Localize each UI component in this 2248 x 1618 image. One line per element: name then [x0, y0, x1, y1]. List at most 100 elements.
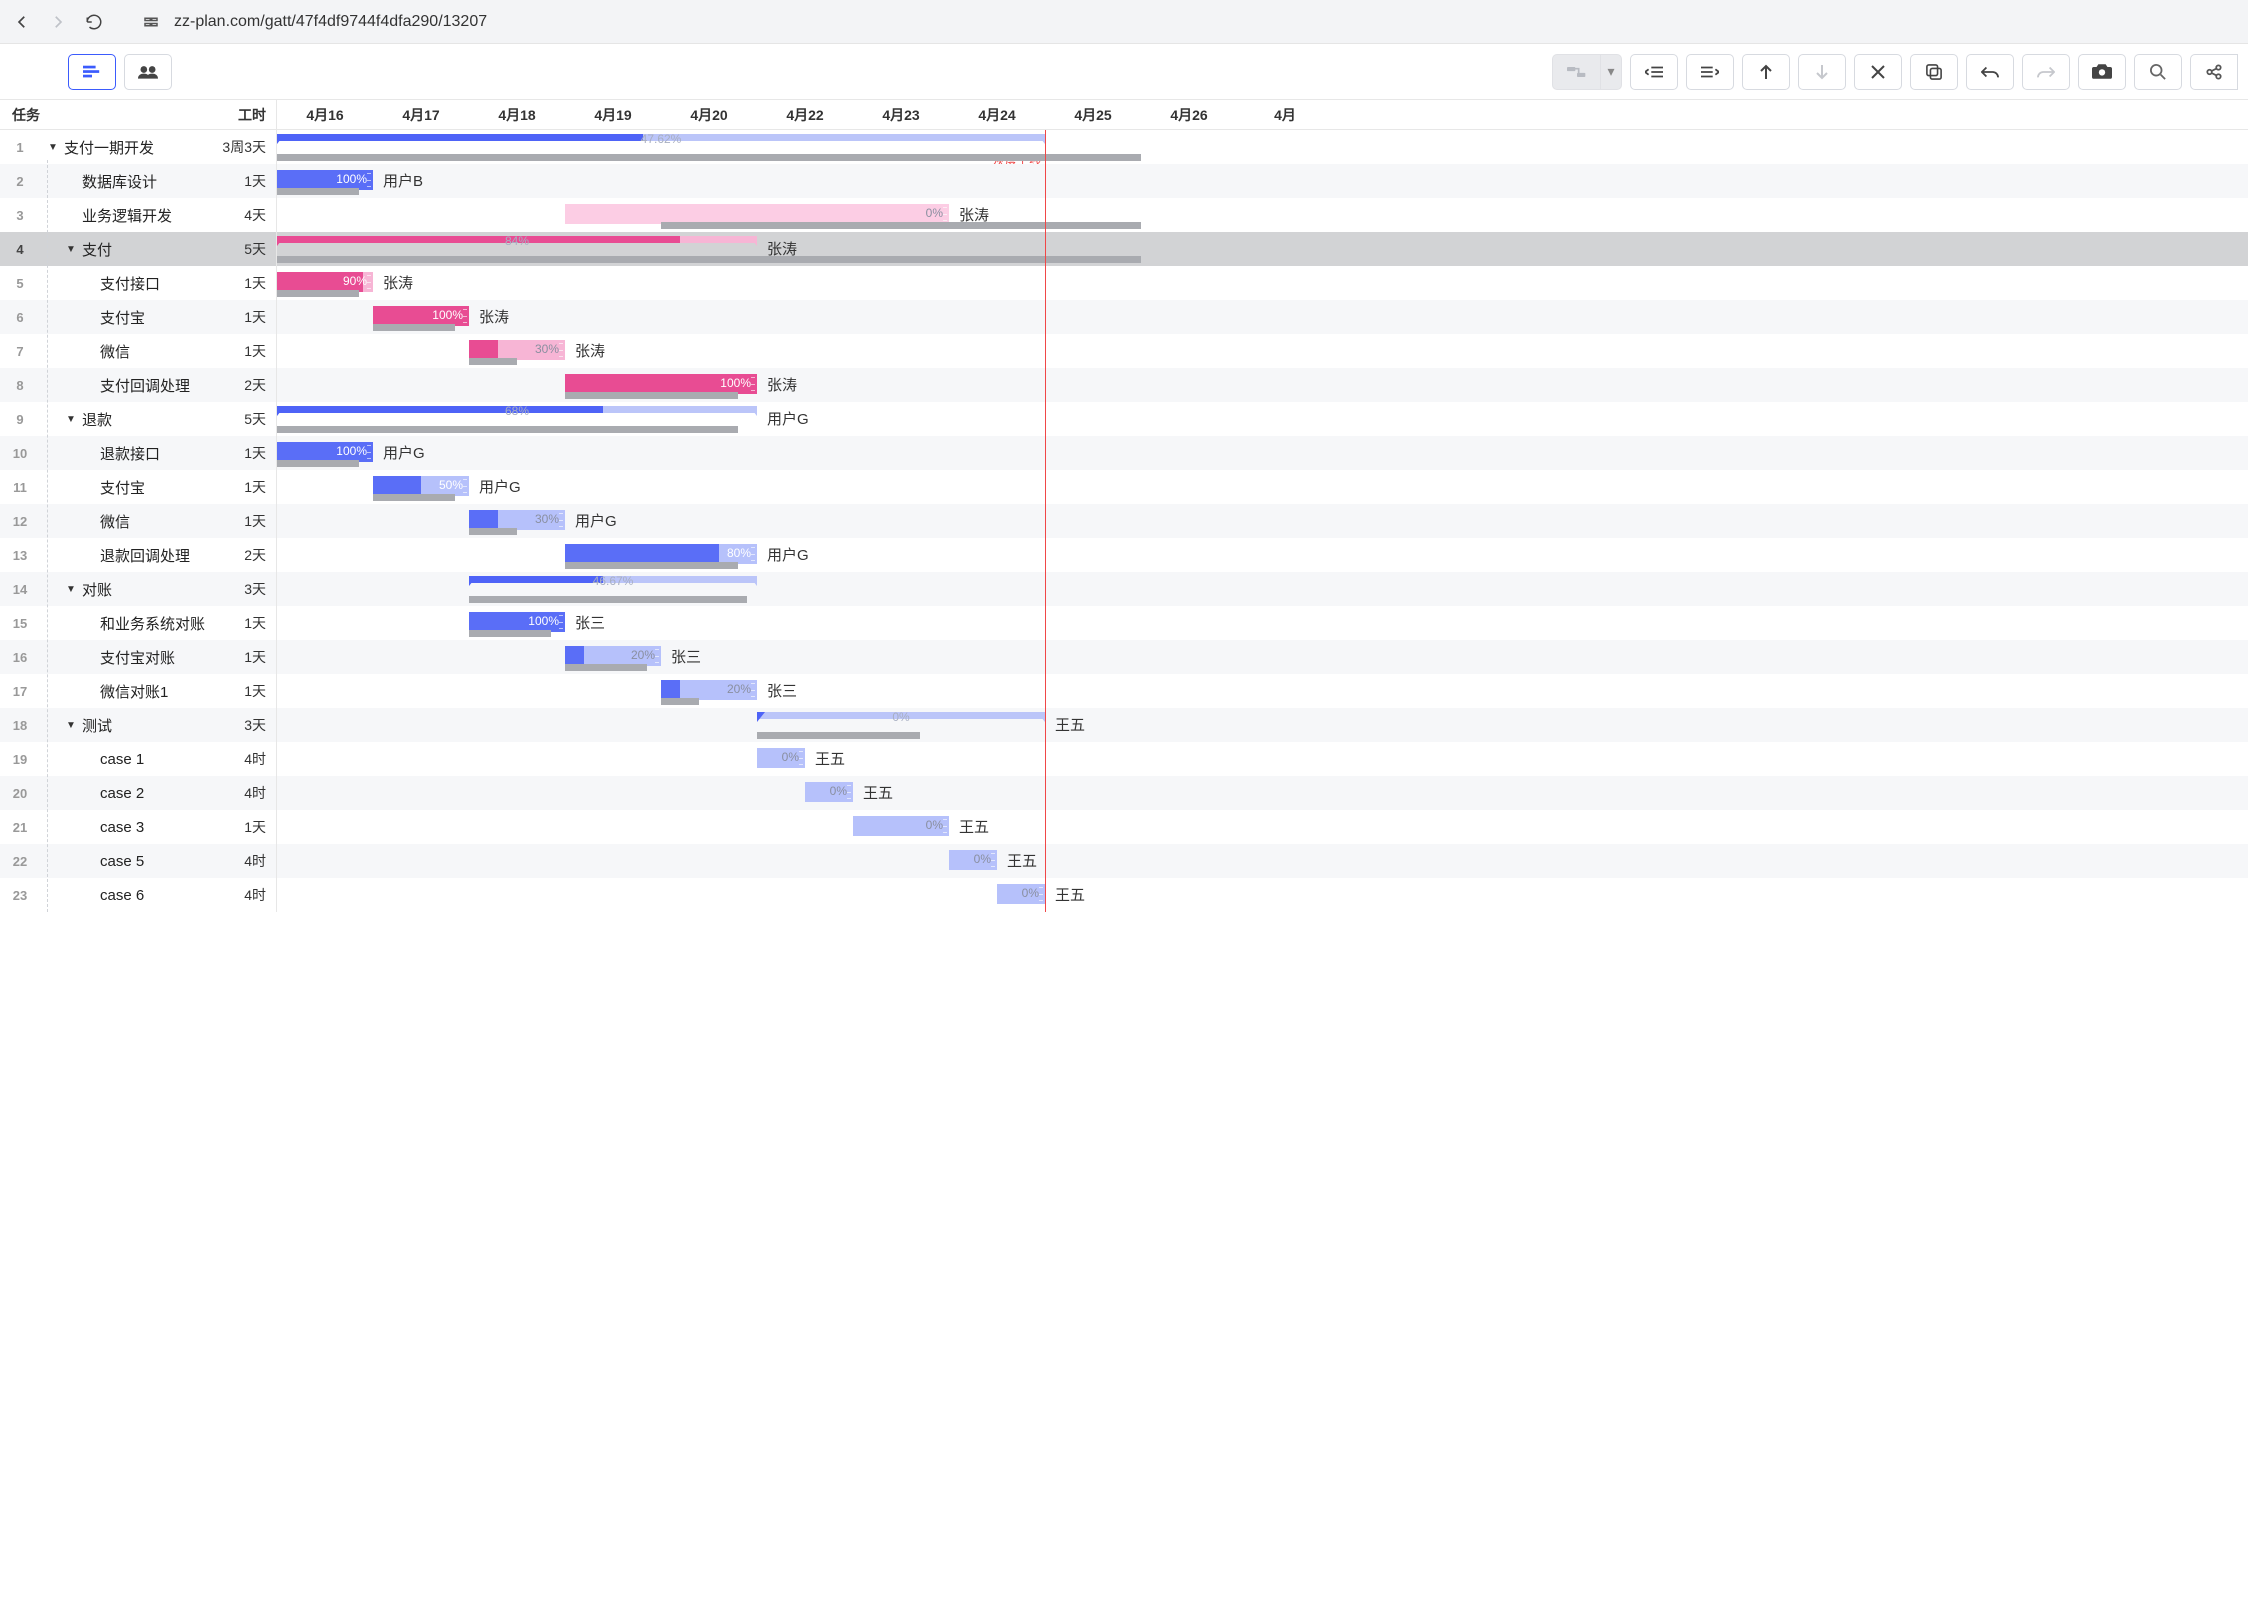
view-gantt-button[interactable]: [68, 54, 116, 90]
expander-icon[interactable]: ▼: [66, 584, 80, 595]
task-row[interactable]: 11支付宝1天: [0, 470, 276, 504]
gantt-row[interactable]: 100%张三: [277, 606, 2248, 640]
task-bar[interactable]: 0%: [805, 782, 853, 802]
reload-button[interactable]: [82, 10, 106, 34]
task-bar[interactable]: 90%: [277, 272, 373, 292]
task-bar[interactable]: 20%: [565, 646, 661, 666]
task-row[interactable]: 14▼对账3天: [0, 572, 276, 606]
move-down-button[interactable]: [1798, 54, 1846, 90]
task-row[interactable]: 1▼支付一期开发3周3天: [0, 130, 276, 164]
gantt-row[interactable]: 100%张涛: [277, 368, 2248, 402]
summary-bar[interactable]: 68%: [277, 406, 757, 417]
resize-handle-icon[interactable]: [943, 207, 947, 221]
resize-handle-icon[interactable]: [1039, 887, 1043, 901]
task-row[interactable]: 23case 64时: [0, 878, 276, 912]
task-bar[interactable]: 0%: [565, 204, 949, 224]
task-bar[interactable]: 30%: [469, 510, 565, 530]
resize-handle-icon[interactable]: [367, 275, 371, 289]
resize-handle-icon[interactable]: [367, 173, 371, 187]
task-bar[interactable]: 50%: [373, 476, 469, 496]
task-row[interactable]: 3业务逻辑开发4天: [0, 198, 276, 232]
resize-handle-icon[interactable]: [463, 309, 467, 323]
task-row[interactable]: 10退款接口1天: [0, 436, 276, 470]
task-bar[interactable]: 100%: [469, 612, 565, 632]
gantt-row[interactable]: 80%用户G: [277, 538, 2248, 572]
gantt-row[interactable]: 0%王五: [277, 776, 2248, 810]
expander-icon[interactable]: ▼: [66, 720, 80, 731]
screenshot-button[interactable]: [2078, 54, 2126, 90]
resize-handle-icon[interactable]: [655, 649, 659, 663]
resize-handle-icon[interactable]: [751, 683, 755, 697]
undo-button[interactable]: [1966, 54, 2014, 90]
gantt-row[interactable]: 84%张涛: [277, 232, 2248, 266]
resize-handle-icon[interactable]: [991, 853, 995, 867]
link-button[interactable]: [1552, 54, 1600, 90]
summary-bar[interactable]: 84%: [277, 236, 757, 247]
task-bar[interactable]: 100%: [277, 442, 373, 462]
task-row[interactable]: 7微信1天: [0, 334, 276, 368]
task-row[interactable]: 21case 31天: [0, 810, 276, 844]
task-row[interactable]: 5支付接口1天: [0, 266, 276, 300]
gantt-row[interactable]: 20%张三: [277, 674, 2248, 708]
resize-handle-icon[interactable]: [463, 479, 467, 493]
gantt-row[interactable]: 0%王五: [277, 844, 2248, 878]
task-row[interactable]: 19case 14时: [0, 742, 276, 776]
task-bar[interactable]: 30%: [469, 340, 565, 360]
resize-handle-icon[interactable]: [559, 343, 563, 357]
task-bar[interactable]: 80%: [565, 544, 757, 564]
gantt-row[interactable]: 20%张三: [277, 640, 2248, 674]
resize-handle-icon[interactable]: [751, 547, 755, 561]
delete-button[interactable]: [1854, 54, 1902, 90]
forward-button[interactable]: [46, 10, 70, 34]
search-button[interactable]: [2134, 54, 2182, 90]
gantt-row[interactable]: 30%张涛: [277, 334, 2248, 368]
gantt-row[interactable]: 100%用户G: [277, 436, 2248, 470]
address-bar[interactable]: [174, 13, 2238, 31]
task-bar[interactable]: 0%: [853, 816, 949, 836]
resize-handle-icon[interactable]: [943, 819, 947, 833]
resize-handle-icon[interactable]: [367, 445, 371, 459]
resize-handle-icon[interactable]: [847, 785, 851, 799]
task-row[interactable]: 12微信1天: [0, 504, 276, 538]
share-button[interactable]: [2190, 54, 2238, 90]
summary-bar[interactable]: 47.62%: [277, 134, 1045, 145]
task-bar[interactable]: 0%: [949, 850, 997, 870]
task-row[interactable]: 2数据库设计1天: [0, 164, 276, 198]
task-bar[interactable]: 0%: [757, 748, 805, 768]
view-team-button[interactable]: [124, 54, 172, 90]
gantt-row[interactable]: 0%王五: [277, 742, 2248, 776]
gantt-row[interactable]: 0%王五: [277, 810, 2248, 844]
task-bar[interactable]: 100%: [373, 306, 469, 326]
summary-bar[interactable]: 46.67%: [469, 576, 757, 587]
task-bar[interactable]: 20%: [661, 680, 757, 700]
resize-handle-icon[interactable]: [751, 377, 755, 391]
task-row[interactable]: 9▼退款5天: [0, 402, 276, 436]
task-row[interactable]: 16支付宝对账1天: [0, 640, 276, 674]
task-row[interactable]: 8支付回调处理2天: [0, 368, 276, 402]
task-row[interactable]: 18▼测试3天: [0, 708, 276, 742]
gantt-row[interactable]: 68%用户G: [277, 402, 2248, 436]
expander-icon[interactable]: ▼: [66, 414, 80, 425]
summary-bar[interactable]: 0%: [757, 712, 1045, 723]
gantt-row[interactable]: 100%用户B: [277, 164, 2248, 198]
gantt-row[interactable]: 0%王五: [277, 878, 2248, 912]
copy-button[interactable]: [1910, 54, 1958, 90]
gantt-row[interactable]: 100%张涛: [277, 300, 2248, 334]
task-bar[interactable]: 100%: [565, 374, 757, 394]
task-bar[interactable]: 0%: [997, 884, 1045, 904]
link-dropdown[interactable]: ▾: [1600, 54, 1622, 90]
task-row[interactable]: 20case 24时: [0, 776, 276, 810]
task-row[interactable]: 4▼支付5天: [0, 232, 276, 266]
task-row[interactable]: 22case 54时: [0, 844, 276, 878]
task-row[interactable]: 15和业务系统对账1天: [0, 606, 276, 640]
gantt-row[interactable]: 47.62%: [277, 130, 2248, 164]
outdent-button[interactable]: [1630, 54, 1678, 90]
resize-handle-icon[interactable]: [559, 513, 563, 527]
task-bar[interactable]: 100%: [277, 170, 373, 190]
move-up-button[interactable]: [1742, 54, 1790, 90]
redo-button[interactable]: [2022, 54, 2070, 90]
resize-handle-icon[interactable]: [799, 751, 803, 765]
gantt-row[interactable]: 30%用户G: [277, 504, 2248, 538]
task-row[interactable]: 6支付宝1天: [0, 300, 276, 334]
back-button[interactable]: [10, 10, 34, 34]
